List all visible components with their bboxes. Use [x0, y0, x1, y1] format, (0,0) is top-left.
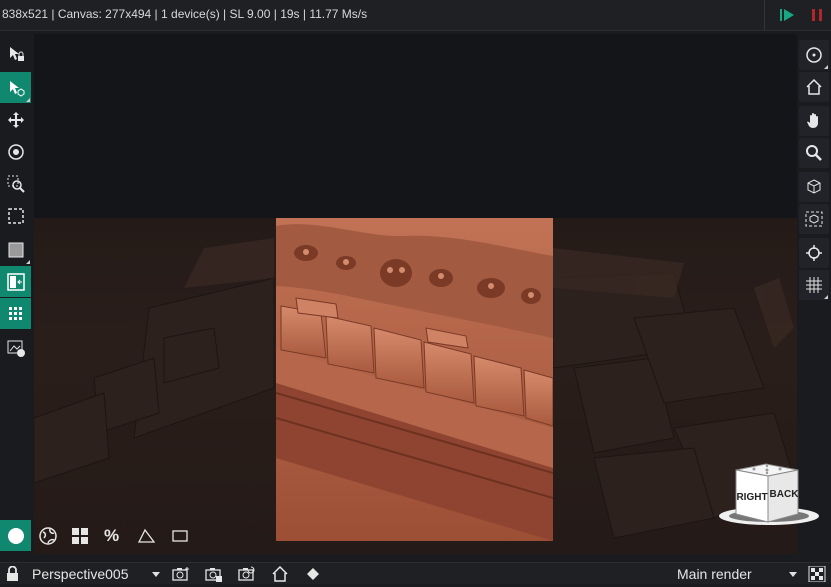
frame-button[interactable]	[799, 204, 829, 234]
tiles-button[interactable]	[64, 520, 95, 551]
zoom-button[interactable]	[799, 138, 829, 168]
render-region	[276, 218, 553, 541]
pick-focus-tool[interactable]	[0, 136, 31, 167]
render-stats-bar: 838x521 | Canvas: 277x494 | 1 device(s) …	[0, 0, 831, 31]
nav-cube-right-label[interactable]: RIGHT	[736, 492, 767, 503]
globe-icon	[38, 526, 57, 545]
perspective-icon	[137, 528, 155, 543]
camera-select[interactable]: Perspective005	[32, 565, 160, 583]
perspective-button[interactable]	[130, 520, 161, 551]
grid-view-tool[interactable]	[0, 298, 31, 329]
tool-flyout-indicator	[824, 295, 828, 299]
camera-select-value: Perspective005	[32, 566, 129, 582]
status-bar: Perspective005 Main render	[0, 562, 831, 584]
view-cube-icon	[807, 179, 821, 194]
background-icon	[8, 242, 23, 257]
environment-button[interactable]	[32, 520, 63, 551]
target-icon	[806, 245, 822, 261]
select-lock-icon	[9, 46, 24, 61]
home-icon[interactable]	[271, 565, 289, 582]
split-view-tool[interactable]	[0, 266, 31, 297]
checker-icon[interactable]	[808, 565, 826, 583]
pick-focus-icon	[7, 143, 24, 160]
navigation-cube[interactable]: RIGHT BACK	[714, 460, 831, 530]
select-object-icon	[9, 80, 24, 97]
view-cube-button[interactable]	[799, 172, 829, 202]
zoom-icon	[806, 145, 822, 161]
pan-button[interactable]	[799, 106, 829, 136]
diamond-icon[interactable]	[304, 566, 322, 582]
pause-icon[interactable]	[807, 5, 827, 25]
home-view-button[interactable]	[799, 72, 829, 102]
snapshot-icon	[7, 340, 25, 357]
render-target-value: Main render	[677, 566, 752, 582]
tool-flyout-indicator	[824, 65, 828, 69]
snapshot-tool[interactable]	[0, 332, 31, 363]
select-object-tool[interactable]	[0, 72, 31, 103]
pan-icon	[807, 113, 818, 128]
frame-rect-icon	[171, 529, 188, 542]
bottom-toolbar: %	[0, 520, 200, 552]
play-icon[interactable]	[777, 5, 797, 25]
sphere-button[interactable]	[0, 520, 31, 551]
background-tool[interactable]	[0, 234, 31, 265]
camera-reset-icon[interactable]	[238, 566, 256, 582]
target-button[interactable]	[799, 238, 829, 268]
split-view-icon	[6, 272, 25, 291]
lock-icon[interactable]	[4, 565, 22, 582]
grid-icon	[806, 277, 822, 293]
tiles-icon	[71, 527, 88, 544]
zoom-region-tool[interactable]	[0, 168, 31, 199]
camera-add-icon[interactable]	[172, 566, 190, 582]
sphere-icon	[7, 527, 24, 544]
toolbar-divider	[764, 0, 765, 30]
chevron-down-icon	[152, 572, 160, 577]
orbit-icon	[806, 47, 822, 63]
move-icon	[7, 111, 24, 128]
left-toolbar	[0, 34, 34, 364]
aspect-icon: %	[103, 525, 120, 545]
aspect-button[interactable]: %	[96, 520, 127, 551]
orbit-button[interactable]	[799, 40, 829, 70]
grid-button[interactable]	[799, 270, 829, 300]
move-tool[interactable]	[0, 104, 31, 135]
zoom-region-icon	[7, 175, 25, 193]
nav-cube-back-label[interactable]: BACK	[770, 489, 800, 500]
right-toolbar	[798, 38, 831, 308]
render-viewport[interactable]	[34, 34, 797, 554]
frame-rect-button[interactable]	[164, 520, 195, 551]
grid-view-icon	[8, 306, 22, 320]
region-render-icon	[7, 207, 24, 224]
tool-flyout-indicator	[26, 260, 30, 264]
frame-icon	[805, 211, 823, 227]
region-render-tool[interactable]	[0, 200, 31, 231]
render-stats-text: 838x521 | Canvas: 277x494 | 1 device(s) …	[2, 7, 368, 21]
tool-flyout-indicator	[26, 98, 30, 102]
select-lock-tool[interactable]	[0, 38, 31, 69]
chevron-down-icon	[789, 572, 797, 577]
render-target-select[interactable]: Main render	[677, 565, 797, 583]
home-icon	[806, 78, 822, 95]
camera-save-icon[interactable]	[205, 566, 223, 582]
